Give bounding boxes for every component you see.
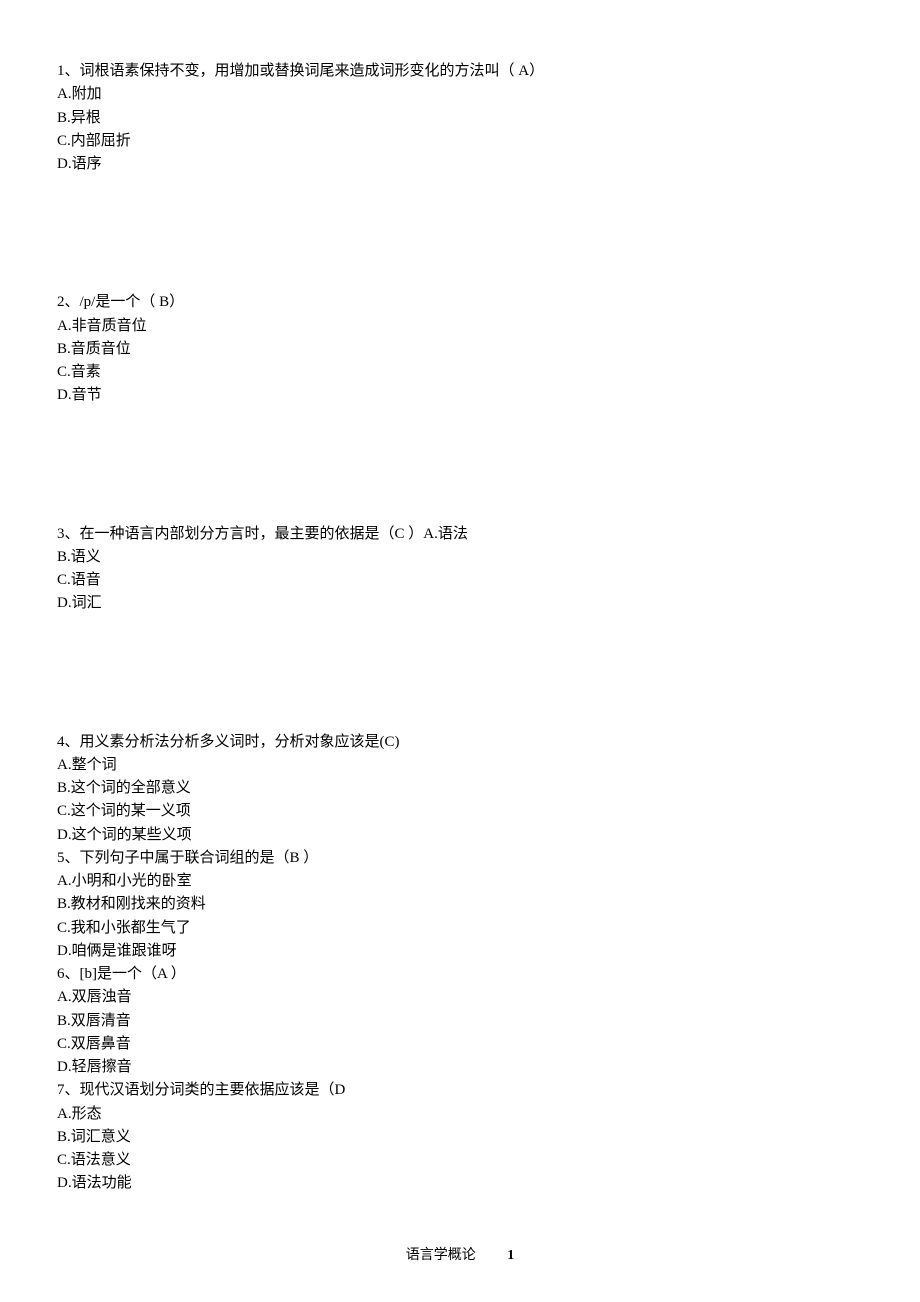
- question-stem: 1、词根语素保持不变，用增加或替换词尾来造成词形变化的方法叫（ A）: [57, 60, 863, 83]
- question-option: C.语音: [57, 569, 863, 592]
- question-stem: 3、在一种语言内部划分方言时，最主要的依据是（C ）A.语法: [57, 523, 863, 546]
- question-7: 7、现代汉语划分词类的主要依据应该是（DA.形态B.词汇意义C.语法意义D.语法…: [57, 1079, 863, 1195]
- question-option: A.小明和小光的卧室: [57, 870, 863, 893]
- question-option: A.附加: [57, 83, 863, 106]
- question-stem: 5、下列句子中属于联合词组的是（B ）: [57, 847, 863, 870]
- question-option: D.词汇: [57, 592, 863, 615]
- spacing-gap: [57, 408, 863, 523]
- question-option: D.轻唇擦音: [57, 1056, 863, 1079]
- question-option: B.这个词的全部意义: [57, 777, 863, 800]
- question-6: 6、[b]是一个（A ）A.双唇浊音B.双唇清音C.双唇鼻音D.轻唇擦音: [57, 963, 863, 1079]
- question-option: B.音质音位: [57, 338, 863, 361]
- question-5: 5、下列句子中属于联合词组的是（B ）A.小明和小光的卧室B.教材和刚找来的资料…: [57, 847, 863, 963]
- question-3: 3、在一种语言内部划分方言时，最主要的依据是（C ）A.语法B.语义C.语音D.…: [57, 523, 863, 616]
- question-option: C.这个词的某一义项: [57, 800, 863, 823]
- question-2: 2、/p/是一个（ B）A.非音质音位B.音质音位C.音素D.音节: [57, 291, 863, 407]
- footer-title: 语言学概论: [406, 1248, 476, 1263]
- question-option: D.语序: [57, 153, 863, 176]
- question-stem: 2、/p/是一个（ B）: [57, 291, 863, 314]
- question-option: C.音素: [57, 361, 863, 384]
- question-stem: 6、[b]是一个（A ）: [57, 963, 863, 986]
- question-option: C.语法意义: [57, 1149, 863, 1172]
- question-option: C.我和小张都生气了: [57, 917, 863, 940]
- spacing-gap: [57, 176, 863, 291]
- question-option: D.咱俩是谁跟谁呀: [57, 940, 863, 963]
- question-option: C.内部屈折: [57, 130, 863, 153]
- question-option: D.这个词的某些义项: [57, 824, 863, 847]
- question-option: B.词汇意义: [57, 1126, 863, 1149]
- question-option: D.音节: [57, 384, 863, 407]
- question-stem: 7、现代汉语划分词类的主要依据应该是（D: [57, 1079, 863, 1102]
- spacing-gap: [57, 616, 863, 731]
- question-option: C.双唇鼻音: [57, 1033, 863, 1056]
- question-option: B.语义: [57, 546, 863, 569]
- question-1: 1、词根语素保持不变，用增加或替换词尾来造成词形变化的方法叫（ A）A.附加B.…: [57, 60, 863, 176]
- question-option: B.异根: [57, 107, 863, 130]
- question-option: A.整个词: [57, 754, 863, 777]
- question-option: B.教材和刚找来的资料: [57, 893, 863, 916]
- question-4: 4、用义素分析法分析多义词时，分析对象应该是(C)A.整个词B.这个词的全部意义…: [57, 731, 863, 847]
- question-option: B.双唇清音: [57, 1010, 863, 1033]
- question-option: A.非音质音位: [57, 315, 863, 338]
- question-stem: 4、用义素分析法分析多义词时，分析对象应该是(C): [57, 731, 863, 754]
- question-option: D.语法功能: [57, 1172, 863, 1195]
- question-option: A.双唇浊音: [57, 986, 863, 1009]
- footer-page-number: 1: [507, 1245, 514, 1267]
- question-option: A.形态: [57, 1103, 863, 1126]
